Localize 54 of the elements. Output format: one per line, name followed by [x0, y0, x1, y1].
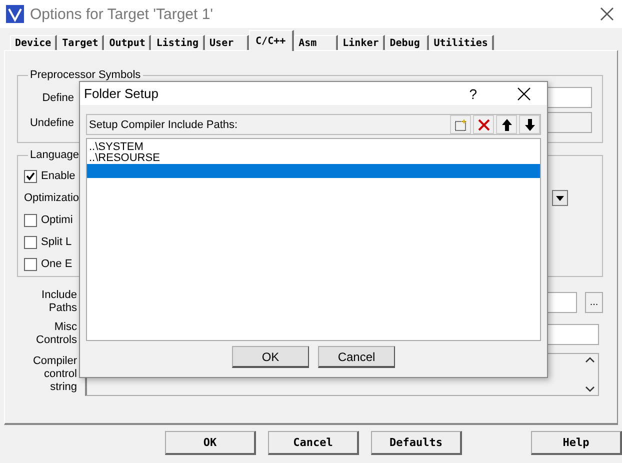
tab[interactable]: User [204, 35, 249, 50]
help-button[interactable]: ? [469, 86, 477, 102]
scroll-down-icon[interactable] [584, 386, 594, 392]
tab[interactable]: Linker [338, 35, 385, 50]
group-title: Preprocessor Symbols [29, 69, 142, 81]
close-icon[interactable] [598, 5, 616, 23]
scroll-up-icon[interactable] [584, 357, 594, 363]
dropdown-button[interactable] [552, 190, 568, 206]
close-icon[interactable] [517, 86, 531, 100]
checkbox[interactable] [24, 236, 37, 248]
move-down-button[interactable] [519, 115, 540, 134]
dialog-button[interactable]: OK [165, 431, 256, 455]
field-label: Include Paths [40, 289, 77, 315]
arrow-down-icon [524, 118, 536, 132]
tab[interactable]: Asm [294, 35, 338, 50]
dialog-button[interactable]: Cancel [318, 346, 395, 368]
field-label: Define [41, 92, 74, 104]
delete-icon [476, 118, 490, 132]
new-button[interactable] [450, 115, 471, 134]
tab[interactable]: Target [57, 35, 104, 50]
app-icon [6, 5, 24, 23]
checkbox-label: Optimi [41, 214, 73, 226]
checkbox-label: Split L [41, 236, 72, 248]
move-up-button[interactable] [496, 115, 517, 134]
tab[interactable]: Output [104, 35, 152, 50]
checkbox-label: Enable [41, 170, 76, 182]
dialog-button[interactable]: OK [232, 346, 309, 368]
checkbox-label: One E [41, 258, 72, 270]
field-label: Undefine [28, 116, 74, 128]
field-label: Misc Controls [35, 321, 77, 347]
tab[interactable]: C/C++ [248, 30, 294, 51]
field-label: Optimizatio [24, 192, 80, 204]
arrow-up-icon [500, 118, 512, 132]
dialog-button[interactable]: Defaults [371, 431, 462, 455]
dialog-button[interactable]: Cancel [268, 431, 359, 455]
field-label: Compiler control string [32, 355, 77, 394]
checkbox[interactable] [24, 258, 37, 270]
list-header-label: Setup Compiler Include Paths: [89, 118, 238, 130]
browse-button[interactable]: ... [585, 292, 603, 312]
dialog-button[interactable]: Help [531, 431, 622, 455]
tab[interactable]: Device [10, 35, 58, 50]
list-item[interactable]: ..\RESOURSE [87, 153, 540, 164]
window-title: Options for Target 'Target 1' [30, 6, 214, 22]
list-item[interactable]: ..\SYSTEM [87, 142, 540, 153]
new-folder-icon [454, 118, 468, 132]
tab[interactable]: Debug [384, 35, 429, 50]
checkbox[interactable] [24, 170, 37, 182]
tab[interactable]: Listing [151, 35, 205, 50]
tab[interactable]: Utilities [428, 35, 494, 50]
caret-icon [556, 196, 564, 200]
delete-button[interactable] [473, 115, 494, 134]
dialog-title: Folder Setup [84, 86, 158, 101]
checkbox[interactable] [24, 214, 37, 226]
group-title: Language [29, 149, 80, 161]
